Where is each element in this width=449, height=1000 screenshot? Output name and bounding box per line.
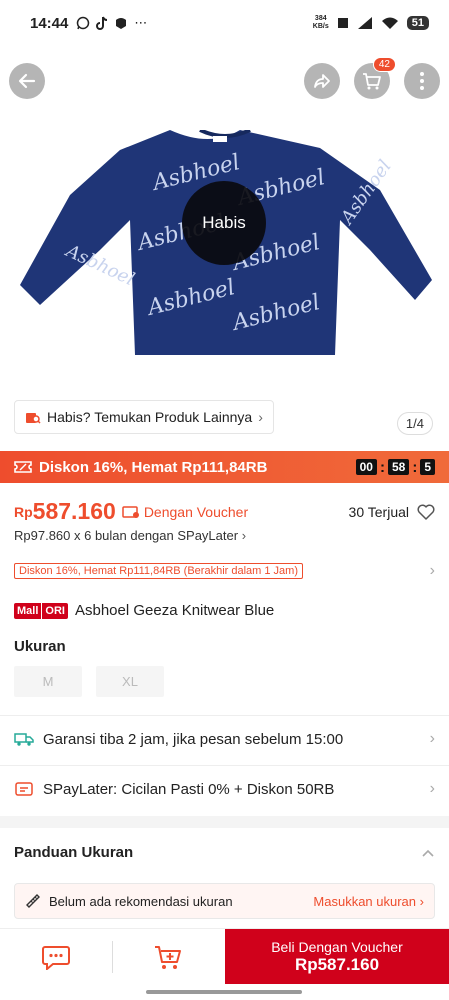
enter-size-label: Masukkan ukuran [313,893,417,909]
timer-seconds: 5 [420,459,435,475]
image-page-indicator: 1/4 [396,412,433,435]
shipping-guarantee-row[interactable]: Garansi tiba 2 jam, jika pesan sebelum 1… [14,730,435,748]
timer-sep: : [412,458,418,476]
chevron-right-icon: › [419,893,424,909]
home-indicator[interactable] [146,990,302,994]
chevron-right-icon: › [429,780,435,797]
net-speed-unit: KB/s [312,23,329,30]
enter-size-link[interactable]: Masukkan ukuran › [313,894,424,909]
bottom-action-bar: Beli Dengan Voucher Rp587.160 [0,928,449,984]
product-title-row: Mall ORI Asbhoel Geeza Knitwear Blue [14,602,274,619]
divider [0,715,449,716]
status-time: 14:44 [30,14,69,32]
size-option-m[interactable]: M [14,666,82,697]
arrow-left-icon [18,73,36,89]
cart-count-badge: 42 [372,57,396,72]
section-separator [0,816,449,828]
network-speed: 384 KB/s [313,15,329,31]
countdown-timer: 00 : 58 : 5 [355,458,435,476]
chevron-up-icon [422,849,434,857]
size-label: Ukuran [14,638,66,655]
spaylater-row[interactable]: SPayLater: Cicilan Pasti 0% + Diskon 50R… [14,780,435,798]
flash-discount-banner: Diskon 16%, Hemat Rp111,84RB 00 : 58 : 5 [0,451,449,483]
sold-count: 30 Terjual [349,504,435,520]
buy-with-voucher-button[interactable]: Beli Dengan Voucher Rp587.160 [225,929,449,984]
price-currency: Rp [14,503,33,520]
buy-button-label: Beli Dengan Voucher [271,938,403,955]
size-guide-header[interactable]: Panduan Ukuran [14,844,435,861]
heart-icon[interactable] [417,504,435,520]
chat-icon [42,945,70,970]
add-to-cart-button[interactable] [112,929,224,984]
share-icon [314,74,330,88]
search-bag-icon [26,413,41,424]
size-recommendation-label: Belum ada rekomendasi ukuran [49,893,233,909]
product-image-area[interactable]: 42 Asbhoel Asbhoel Asbhoel Asbhoel Asbho… [0,46,449,390]
net-speed-value: 384 [314,15,327,22]
signal-icon [357,17,372,29]
paylater-installment[interactable]: Rp97.860 x 6 bulan dengan SPayLater › [14,528,246,543]
more-options-button[interactable] [404,63,440,99]
voucher-icon [122,505,139,518]
find-other-label: Habis? Temukan Produk Lainnya [47,409,253,425]
battery-indicator: 51 [406,16,429,30]
find-other-products-button[interactable]: Habis? Temukan Produk Lainnya › [14,400,274,434]
buy-button-price: Rp587.160 [294,954,380,974]
promo-tag: Diskon 16%, Hemat Rp111,84RB (Berakhir d… [14,563,303,579]
sold-out-overlay: Habis [182,181,266,265]
share-button[interactable] [304,63,340,99]
add-cart-icon [155,945,181,969]
size-recommendation-box[interactable]: Belum ada rekomendasi ukuran Masukkan uk… [14,883,435,919]
chevron-right-icon: › [258,409,263,425]
ruler-icon [26,894,40,908]
divider [0,765,449,766]
spaylater-icon [15,782,33,796]
wifi-icon [381,17,398,29]
price-amount: 587.160 [32,498,116,524]
timer-sep: : [379,458,385,476]
status-bar: 14:44 ⋯ 384 KB/s 51 [0,0,449,46]
flash-discount-label: Diskon 16%, Hemat Rp111,84RB [39,458,268,476]
chat-button[interactable] [0,929,112,984]
chevron-right-icon: › [241,528,247,543]
notification-icons: ⋯ [76,15,147,31]
mall-label: Mall [14,602,42,619]
timer-hours: 00 [355,459,377,475]
size-options: M XL [14,666,164,697]
cart-button[interactable]: 42 [354,57,396,99]
cart-icon [363,73,381,90]
tiktok-icon [96,16,108,30]
price-row: Rp 587.160 Dengan Voucher 30 Terjual [14,498,435,525]
promo-row[interactable]: Diskon 16%, Hemat Rp111,84RB (Berakhir d… [14,561,435,581]
spaylater-label: SPayLater: Cicilan Pasti 0% + Diskon 50R… [43,780,335,798]
mute-icon [337,18,348,28]
size-option-xl[interactable]: XL [96,666,164,697]
more-vertical-icon [420,72,424,90]
sold-count-label: 30 Terjual [348,503,409,520]
whatsapp-icon [77,16,90,30]
truck-icon [14,733,34,746]
ticket-icon [14,461,32,473]
shipping-guarantee-label: Garansi tiba 2 jam, jika pesan sebelum 1… [43,730,344,748]
app-icon [116,18,127,29]
size-guide-title: Panduan Ukuran [14,844,134,861]
chevron-right-icon: › [429,730,435,747]
chevron-right-icon: › [429,562,435,579]
voucher-label: Dengan Voucher [143,503,249,520]
ori-label: ORI [41,602,68,619]
paylater-label: Rp97.860 x 6 bulan dengan SPayLater [14,528,239,543]
more-notifications-icon: ⋯ [134,15,148,30]
back-button[interactable] [9,63,45,99]
timer-minutes: 58 [387,459,410,475]
mall-ori-badge: Mall ORI [14,602,68,619]
product-name: Asbhoel Geeza Knitwear Blue [74,602,275,619]
